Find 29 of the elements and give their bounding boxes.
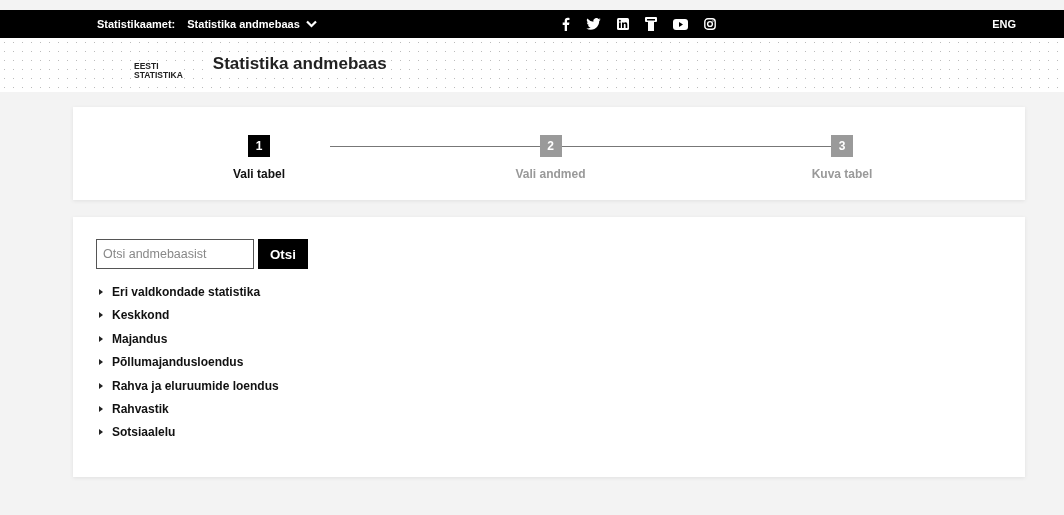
youtube-icon[interactable]: [672, 18, 688, 30]
tree-item-label: Sotsiaalelu: [112, 425, 176, 440]
tree-item[interactable]: Rahva ja eluruumide loendus: [96, 376, 1002, 395]
tree-item[interactable]: Rahvastik: [96, 399, 1002, 418]
site-menu[interactable]: Statistika andmebaas: [187, 18, 317, 30]
tree-item-label: Eri valdkondade statistika: [112, 285, 261, 299]
linkedin-icon[interactable]: [616, 18, 629, 30]
site-label: Statistikaamet:: [97, 18, 176, 30]
podium-icon[interactable]: [644, 17, 657, 31]
tree-item-label: Põllumajandusloendus: [112, 355, 244, 370]
search-field[interactable]: Otsi andmebaasist: [96, 239, 254, 269]
tree-item-label: Majandus: [112, 331, 168, 346]
logo[interactable]: EESTI STATISTIKA: [134, 62, 183, 80]
tree-item[interactable]: Majandus: [96, 329, 1002, 348]
tree-item[interactable]: Põllumajandusloendus: [96, 353, 1002, 372]
step-label[interactable]: Vali tabel: [233, 167, 285, 181]
twitter-icon[interactable]: [585, 18, 601, 30]
tree-item-label: Keskkond: [112, 308, 170, 323]
search-button[interactable]: Otsi: [258, 239, 308, 269]
facebook-icon[interactable]: [561, 17, 570, 31]
tree-item-label: Rahva ja eluruumide loendus: [112, 378, 279, 393]
step-number[interactable]: 1: [248, 135, 270, 157]
tree-item[interactable]: Sotsiaalelu: [96, 423, 1002, 442]
instagram-icon[interactable]: [703, 18, 716, 30]
tree-item[interactable]: Keskkond: [96, 306, 1002, 325]
language-link[interactable]: ENG: [992, 18, 1016, 30]
tree-item[interactable]: Eri valdkondade statistika: [96, 283, 1002, 301]
chevron-down-icon: [305, 20, 317, 28]
tree-item-label: Rahvastik: [112, 401, 169, 416]
